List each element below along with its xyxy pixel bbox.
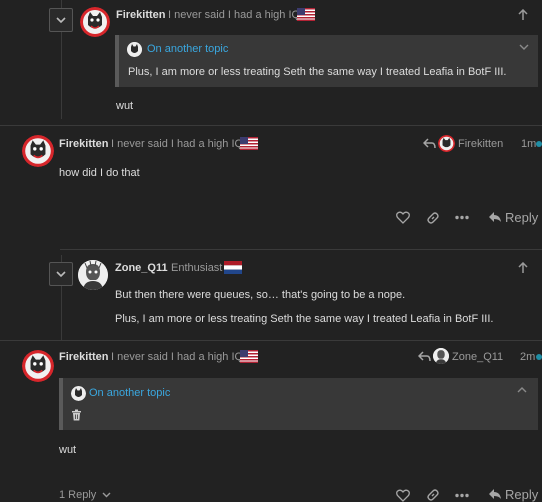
- cat-avatar-icon: [438, 135, 455, 152]
- heart-icon[interactable]: [396, 211, 410, 224]
- nl-flag: [224, 261, 242, 274]
- reply-to-avatar: [438, 135, 455, 152]
- quote-block: On another topic: [59, 378, 538, 430]
- user-title: Enthusiast: [171, 262, 223, 274]
- user-title: I never said I had a high IQ: [111, 351, 244, 363]
- unread-dot: [536, 141, 542, 147]
- avatar[interactable]: [78, 260, 108, 290]
- divider: [0, 125, 542, 126]
- reply-to-username: Firekitten: [458, 138, 504, 150]
- person-avatar-icon: [78, 260, 108, 290]
- more-icon[interactable]: [455, 493, 469, 498]
- unread-dot: [536, 354, 542, 360]
- us-flag: [240, 137, 258, 150]
- quote-avatar: [71, 386, 86, 401]
- person-avatar-icon: [433, 348, 449, 364]
- reply-to-username: Zone_Q11: [452, 351, 504, 363]
- share-icon: [423, 138, 436, 149]
- username[interactable]: Zone_Q11: [115, 262, 168, 274]
- link-icon[interactable]: [426, 211, 440, 225]
- more-icon[interactable]: [455, 215, 469, 220]
- username[interactable]: Firekitten: [59, 138, 109, 150]
- arrow-up-icon[interactable]: [517, 262, 529, 274]
- chevron-down-icon: [102, 492, 111, 498]
- reply-icon: [489, 212, 501, 222]
- reply-label: Reply: [505, 210, 539, 225]
- reply-to-avatar: [433, 348, 449, 364]
- heart-icon[interactable]: [396, 489, 410, 502]
- user-title: I never said I had a high IQ: [111, 138, 244, 150]
- cat-avatar-icon: [127, 42, 142, 57]
- avatar[interactable]: [22, 350, 54, 382]
- replies-label: 1 Reply: [59, 489, 97, 501]
- avatar[interactable]: [22, 135, 54, 167]
- arrow-up-icon[interactable]: [517, 9, 529, 21]
- quote-text: Plus, I am more or less treating Seth th…: [128, 66, 507, 78]
- quote-title[interactable]: On another topic: [89, 387, 170, 399]
- username[interactable]: Firekitten: [59, 351, 109, 363]
- chevron-down-icon[interactable]: [518, 42, 530, 52]
- divider: [0, 340, 542, 341]
- share-icon: [418, 351, 431, 362]
- reply-icon: [489, 489, 501, 499]
- quote-block: On another topic Plus, I am more or less…: [115, 35, 538, 87]
- divider: [60, 249, 542, 250]
- post-body: wut: [59, 444, 77, 456]
- post-body-line: Plus, I am more or less treating Seth th…: [115, 313, 494, 325]
- trash-icon: [72, 409, 81, 421]
- us-flag: [240, 350, 258, 363]
- chevron-down-icon: [56, 17, 66, 24]
- post-time[interactable]: 1m: [521, 138, 536, 150]
- collapse-toggle[interactable]: [49, 8, 73, 32]
- post-body: wut: [116, 100, 134, 112]
- post-body: how did I do that: [59, 167, 140, 179]
- avatar[interactable]: [80, 7, 110, 37]
- collapse-toggle[interactable]: [49, 262, 73, 286]
- chevron-up-icon[interactable]: [516, 385, 528, 395]
- cat-avatar-icon: [22, 135, 54, 167]
- replies-toggle[interactable]: 1 Reply: [59, 489, 111, 501]
- chevron-down-icon: [56, 271, 66, 278]
- cat-avatar-icon: [80, 7, 110, 37]
- quote-title[interactable]: On another topic: [147, 43, 228, 55]
- cat-avatar-icon: [22, 350, 54, 382]
- user-title: I never said I had a high IQ: [168, 9, 301, 21]
- post-body-line: But then there were queues, so… that's g…: [115, 289, 406, 301]
- post-time[interactable]: 2m: [520, 351, 535, 363]
- quote-avatar: [127, 42, 142, 57]
- us-flag: [297, 8, 315, 21]
- cat-avatar-icon: [71, 386, 86, 401]
- username[interactable]: Firekitten: [116, 9, 166, 21]
